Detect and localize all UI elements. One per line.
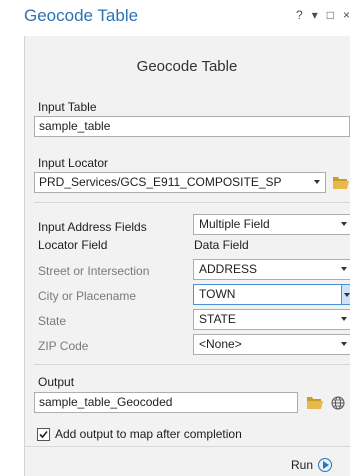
input-table-field[interactable]: sample_table xyxy=(34,116,350,137)
options-dropdown-button[interactable]: ▾ xyxy=(312,9,318,21)
street-field-select[interactable]: ADDRESS xyxy=(193,259,350,280)
address-fields-value: Multiple Field xyxy=(199,217,270,231)
help-button[interactable]: ? xyxy=(296,9,303,21)
zip-field-select[interactable]: <None> xyxy=(193,334,350,355)
add-to-map-row: Add output to map after completion xyxy=(37,427,242,441)
dropdown-button[interactable] xyxy=(341,284,350,305)
data-field-header: Data Field xyxy=(194,238,249,252)
city-field-value: TOWN xyxy=(199,287,236,301)
chevron-down-icon xyxy=(341,342,347,346)
chevron-down-icon xyxy=(341,267,347,271)
window-controls: ? ▾ □ × xyxy=(296,9,350,21)
city-field-select[interactable]: TOWN xyxy=(193,284,350,305)
street-field-label: Street or Intersection xyxy=(38,264,150,278)
window-title: Geocode Table xyxy=(24,6,139,25)
checkmark-icon xyxy=(39,430,48,438)
state-field-value: STATE xyxy=(199,312,236,326)
zip-field-value: <None> xyxy=(199,337,242,351)
locator-field-header: Locator Field xyxy=(38,238,108,252)
play-icon xyxy=(318,458,333,472)
add-to-map-checkbox[interactable] xyxy=(37,427,50,441)
output-field[interactable]: sample_table_Geocoded xyxy=(34,392,298,413)
run-button[interactable]: Run xyxy=(291,454,333,476)
city-field-label: City or Placename xyxy=(38,289,137,303)
street-field-value: ADDRESS xyxy=(199,262,258,276)
chevron-down-icon xyxy=(344,293,350,297)
section-divider xyxy=(34,364,350,365)
chevron-down-icon[interactable] xyxy=(314,180,320,184)
tool-heading: Geocode Table xyxy=(136,58,238,75)
input-locator-label: Input Locator xyxy=(38,156,109,170)
maximize-button[interactable]: □ xyxy=(327,9,334,21)
folder-icon[interactable] xyxy=(307,397,323,409)
address-fields-select[interactable]: Multiple Field xyxy=(193,214,350,235)
input-locator-value: PRD_Services/GCS_E911_COMPOSITE_SP xyxy=(39,175,282,189)
folder-icon[interactable] xyxy=(333,177,349,189)
chevron-down-icon xyxy=(341,222,347,226)
run-label: Run xyxy=(291,458,314,472)
window-titlebar: Geocode Table ? ▾ □ × xyxy=(0,0,350,36)
chevron-down-icon xyxy=(341,317,347,321)
footer-divider xyxy=(24,446,350,447)
close-button[interactable]: × xyxy=(343,9,350,21)
globe-icon[interactable] xyxy=(331,396,345,410)
state-field-label: State xyxy=(38,314,67,328)
zip-field-label: ZIP Code xyxy=(38,339,89,353)
input-locator-field[interactable]: PRD_Services/GCS_E911_COMPOSITE_SP xyxy=(34,172,326,193)
output-label: Output xyxy=(38,375,75,389)
address-fields-label: Input Address Fields xyxy=(38,220,147,234)
state-field-select[interactable]: STATE xyxy=(193,309,350,330)
section-divider xyxy=(34,202,350,203)
input-table-label: Input Table xyxy=(38,100,97,114)
add-to-map-label: Add output to map after completion xyxy=(55,427,242,441)
